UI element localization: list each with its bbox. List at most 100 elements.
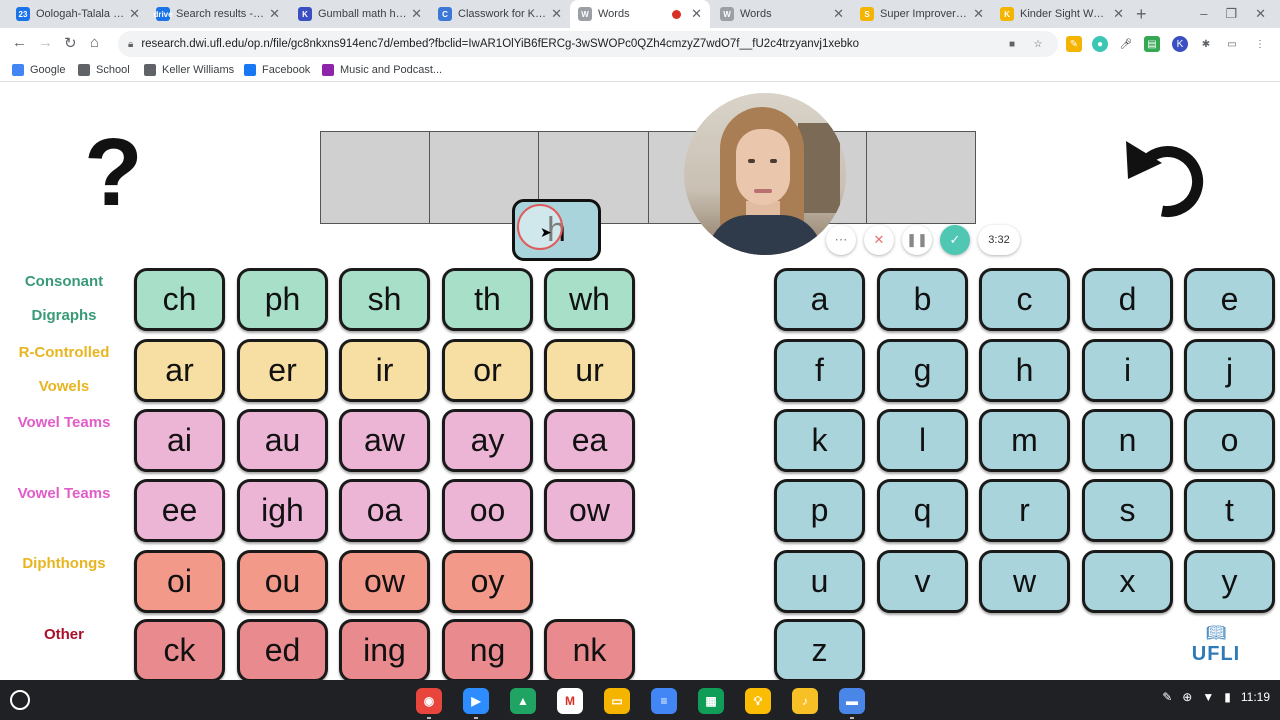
bookmark-item[interactable]: Facebook (244, 64, 310, 76)
letter-tile[interactable]: y (1184, 550, 1275, 613)
phonics-tile[interactable]: ch (134, 268, 225, 331)
letter-tile[interactable]: k (774, 409, 865, 472)
phonics-tile[interactable]: nk (544, 619, 635, 682)
word-box[interactable] (866, 132, 976, 223)
minimize-button[interactable]: – (1200, 6, 1207, 22)
phonics-tile[interactable]: igh (237, 479, 328, 542)
phonics-tile[interactable]: ir (339, 339, 430, 402)
tab-close-icon[interactable]: ✕ (1113, 6, 1124, 22)
launcher-icon[interactable] (10, 690, 30, 710)
letter-tile[interactable]: h (979, 339, 1070, 402)
browser-tab[interactable]: drive Search results - Go ✕ (148, 0, 288, 28)
letter-tile[interactable]: g (877, 339, 968, 402)
bookmark-star-icon[interactable]: ☆ (1030, 36, 1046, 52)
sheets-app-icon[interactable]: ▦ (698, 688, 724, 714)
cast-icon[interactable]: ▭ (1224, 36, 1240, 52)
phonics-tile[interactable]: sh (339, 268, 430, 331)
zoom-app-icon[interactable]: ▶ (463, 688, 489, 719)
phonics-tile[interactable]: th (442, 268, 533, 331)
phonics-tile[interactable]: ay (442, 409, 533, 472)
address-bar[interactable]: 🔒︎ research.dwi.ufl.edu/op.n/file/gc8nkx… (118, 31, 1058, 57)
phonics-tile[interactable]: ng (442, 619, 533, 682)
status-tray[interactable]: ✎ ⊕ ▼ ▮ 11:19 (1162, 690, 1270, 704)
undo-icon[interactable] (1122, 133, 1208, 219)
finish-recording-icon[interactable]: ✓ (940, 225, 970, 255)
chrome-app-icon[interactable]: ◉ (416, 688, 442, 719)
phonics-tile[interactable]: ee (134, 479, 225, 542)
letter-tile[interactable]: p (774, 479, 865, 542)
letter-tile[interactable]: s (1082, 479, 1173, 542)
camera-icon[interactable]: ■ (1004, 36, 1020, 52)
phonics-tile[interactable]: ed (237, 619, 328, 682)
browser-tab[interactable]: C Classwork for Kind ✕ (430, 0, 570, 28)
letter-tile[interactable]: v (877, 550, 968, 613)
browser-tab[interactable]: K Kinder Sight Words ✕ (992, 0, 1132, 28)
home-icon[interactable]: ⌂ (90, 34, 99, 51)
more-options-icon[interactable]: ⋯ (826, 225, 856, 255)
discard-recording-icon[interactable]: ✕ (864, 225, 894, 255)
files-app-icon[interactable]: ▬ (839, 688, 865, 719)
extension-sheet-icon[interactable]: ▤ (1144, 36, 1160, 52)
extension-pencil-icon[interactable]: ✎ (1066, 36, 1082, 52)
gmail-app-icon[interactable]: M (557, 688, 583, 714)
letter-tile[interactable]: n (1082, 409, 1173, 472)
phonics-tile[interactable]: ea (544, 409, 635, 472)
bookmark-item[interactable]: Music and Podcast... (322, 64, 442, 76)
phonics-tile[interactable]: oi (134, 550, 225, 613)
phonics-tile[interactable]: ur (544, 339, 635, 402)
tab-close-icon[interactable]: ✕ (411, 6, 422, 22)
letter-tile[interactable]: j (1184, 339, 1275, 402)
pause-recording-icon[interactable]: ❚❚ (902, 225, 932, 255)
phonics-tile[interactable]: ou (237, 550, 328, 613)
stylus-icon[interactable]: ✎ (1162, 690, 1172, 704)
phonics-tile[interactable]: oy (442, 550, 533, 613)
audio-app-icon[interactable]: ♪ (792, 688, 818, 714)
tab-close-icon[interactable]: ✕ (551, 6, 562, 22)
letter-tile[interactable]: a (774, 268, 865, 331)
letter-tile[interactable]: d (1082, 268, 1173, 331)
letter-tile[interactable]: t (1184, 479, 1275, 542)
phonics-tile[interactable]: oo (442, 479, 533, 542)
phonics-tile[interactable]: au (237, 409, 328, 472)
word-box[interactable] (321, 132, 431, 223)
phonics-tile[interactable]: or (442, 339, 533, 402)
browser-tab[interactable]: S Super Improver W ✕ (852, 0, 992, 28)
microphone-icon[interactable]: 🎤︎ (1118, 36, 1134, 52)
new-tab-button[interactable]: + (1136, 4, 1147, 25)
letter-tile[interactable]: f (774, 339, 865, 402)
phonics-tile[interactable]: ow (544, 479, 635, 542)
back-icon[interactable]: ← (12, 34, 27, 51)
browser-tab[interactable]: 23 Oologah-Talala Pu ✕ (8, 0, 148, 28)
restore-button[interactable]: ❐ (1225, 6, 1237, 22)
drive-app-icon[interactable]: ▲ (510, 688, 536, 714)
bookmark-item[interactable]: School (78, 64, 130, 76)
browser-tab[interactable]: W Words ✕ (712, 0, 852, 28)
bookmark-item[interactable]: Google (12, 64, 65, 76)
letter-tile[interactable]: l (877, 409, 968, 472)
phonics-tile[interactable]: ing (339, 619, 430, 682)
forward-icon[interactable]: → (38, 34, 53, 51)
browser-tab[interactable]: K Gumball math hun ✕ (290, 0, 430, 28)
letter-tile[interactable]: e (1184, 268, 1275, 331)
phonics-tile[interactable]: ph (237, 268, 328, 331)
browser-tab[interactable]: W Words ✕ (570, 0, 710, 28)
letter-tile[interactable]: w (979, 550, 1070, 613)
letter-tile[interactable]: b (877, 268, 968, 331)
docs-app-icon[interactable]: ≡ (651, 688, 677, 714)
phonics-tile[interactable]: ai (134, 409, 225, 472)
reload-icon[interactable]: ↻ (64, 34, 77, 52)
extensions-puzzle-icon[interactable]: ✱ (1198, 36, 1214, 52)
phonics-tile[interactable]: er (237, 339, 328, 402)
phonics-tile[interactable]: ow (339, 550, 430, 613)
tab-close-icon[interactable]: ✕ (833, 6, 844, 22)
phonics-tile[interactable]: aw (339, 409, 430, 472)
slides-app-icon[interactable]: ▭ (604, 688, 630, 714)
letter-tile[interactable]: m (979, 409, 1070, 472)
letter-tile[interactable]: o (1184, 409, 1275, 472)
phonics-tile[interactable]: wh (544, 268, 635, 331)
letter-tile[interactable]: i (1082, 339, 1173, 402)
phonics-tile[interactable]: oa (339, 479, 430, 542)
letter-tile[interactable]: x (1082, 550, 1173, 613)
bookmark-item[interactable]: Keller Williams (144, 64, 234, 76)
letter-tile[interactable]: r (979, 479, 1070, 542)
